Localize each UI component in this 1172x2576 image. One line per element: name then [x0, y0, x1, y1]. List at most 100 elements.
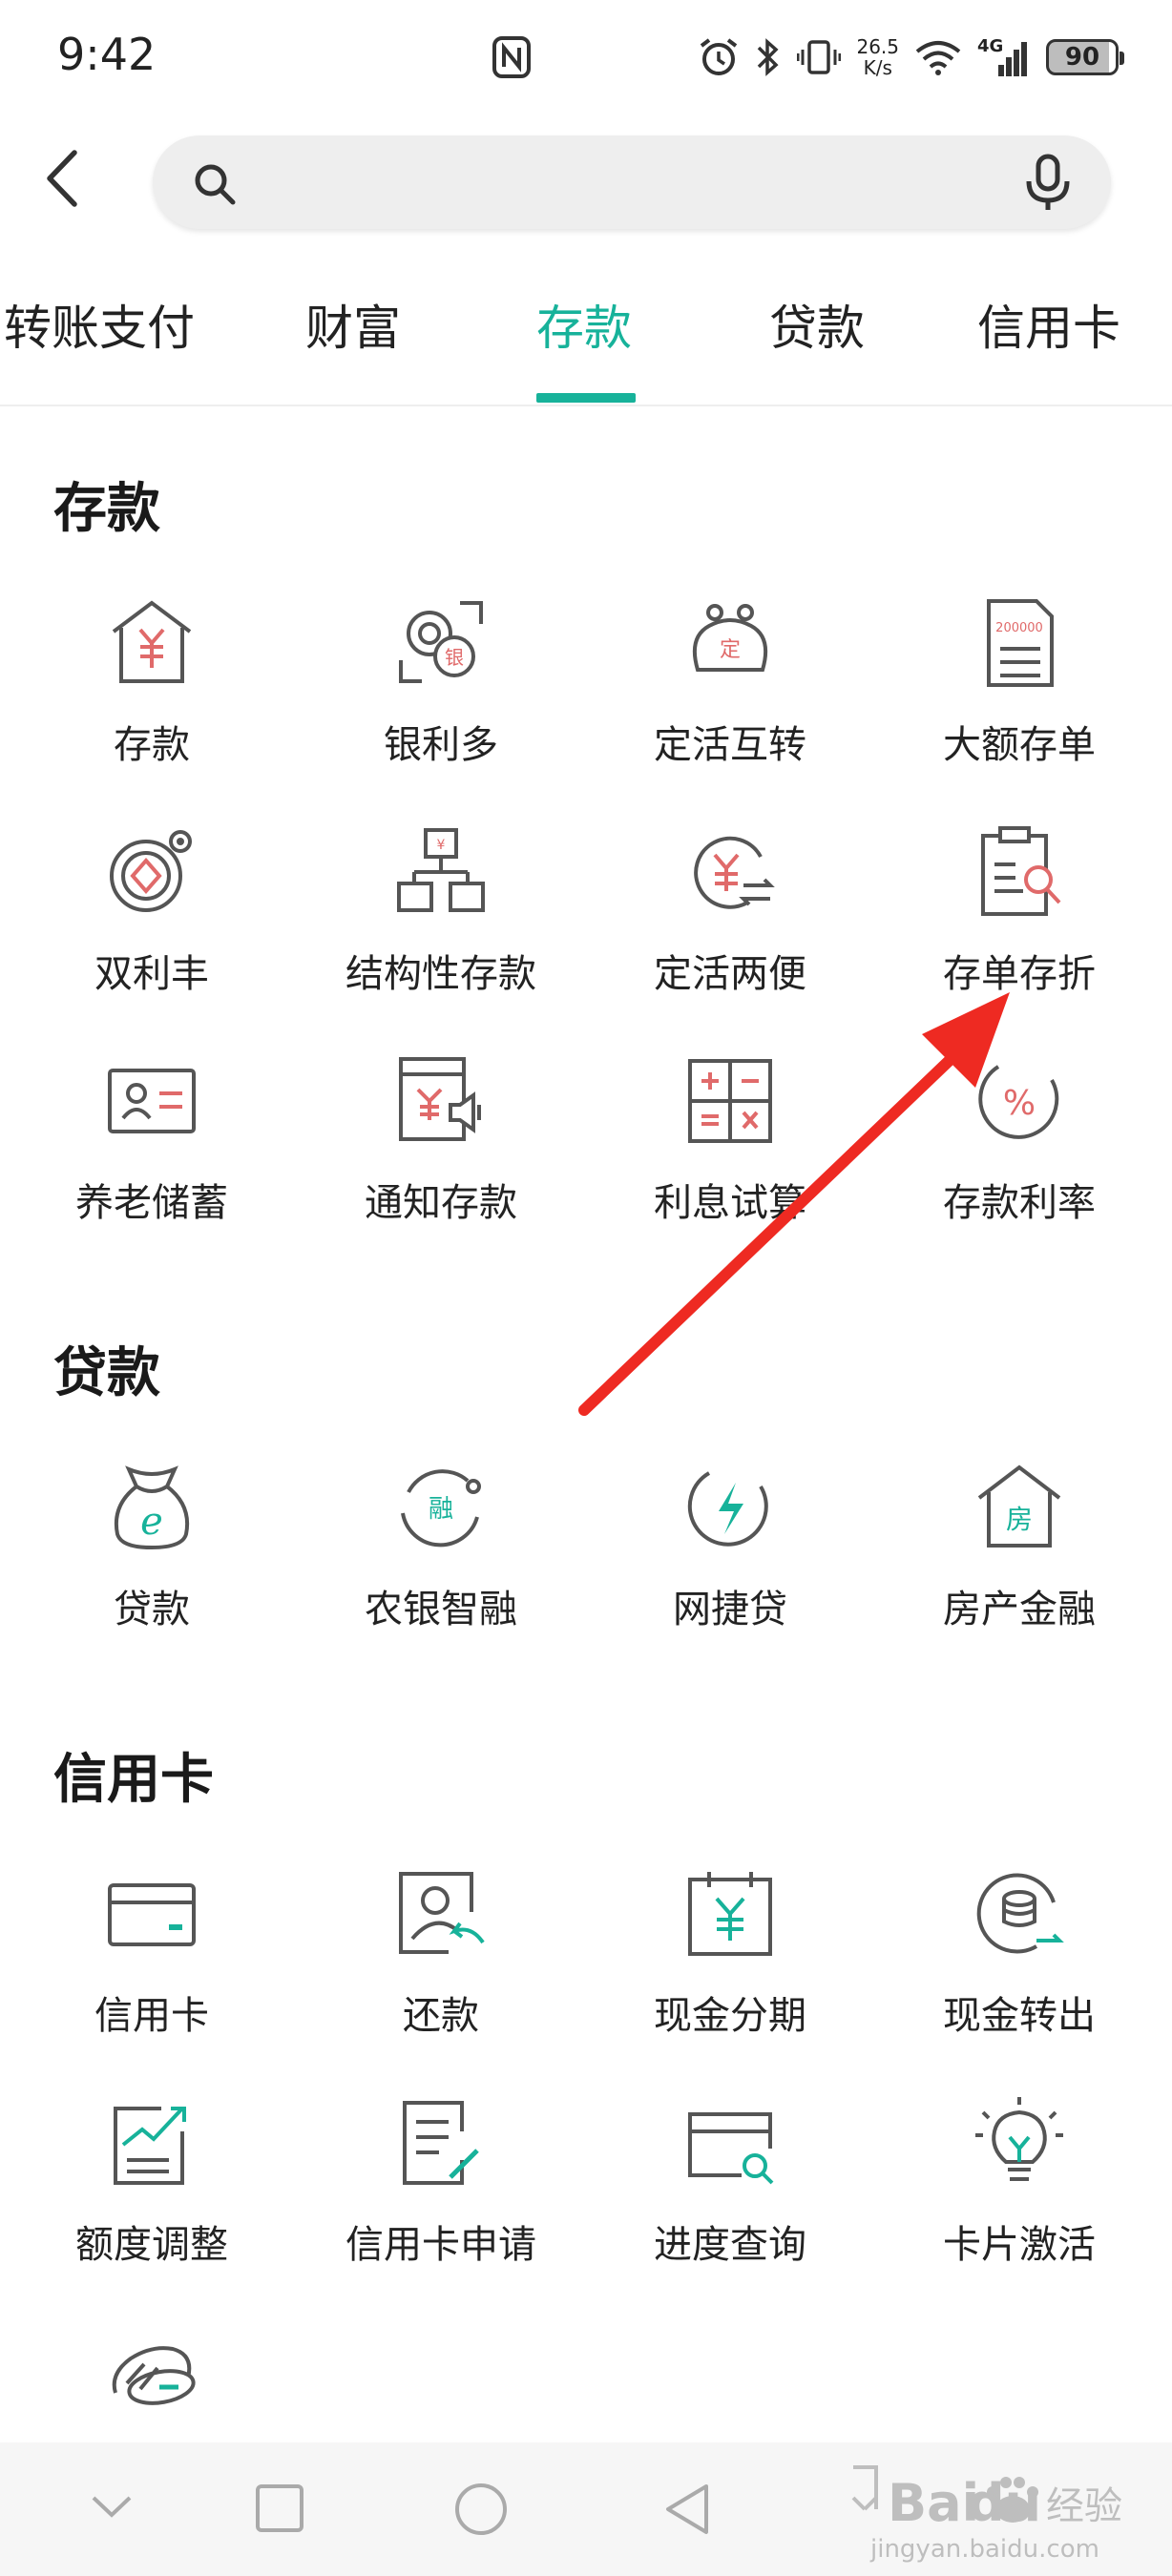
application-form-icon	[403, 2101, 479, 2185]
repay-user-icon	[399, 1872, 485, 1954]
grid-item-label: 农银智融	[365, 1588, 517, 1631]
wifi-icon	[915, 41, 961, 75]
lightning-icon	[687, 1471, 768, 1547]
battery-indicator: 90	[1046, 39, 1124, 75]
tab-credit-card[interactable]: 信用卡	[977, 290, 1120, 359]
coins-transfer-icon	[976, 1873, 1064, 1954]
grid-item-label: 卡片激活	[943, 2223, 1096, 2267]
status-time: 9:42	[57, 29, 157, 80]
section-title-deposit: 存款	[53, 478, 160, 540]
grid-item-label: 信用卡	[94, 1994, 209, 2038]
tab-wealth[interactable]: 财富	[305, 290, 401, 359]
exchange-yuan-icon	[694, 836, 775, 909]
grid-item-yinliduo[interactable]: 银 银利多	[298, 593, 584, 803]
grid-item-label: 房产金融	[943, 1588, 1096, 1631]
svg-text:定: 定	[720, 638, 741, 662]
svg-text:e: e	[140, 1500, 163, 1544]
card-stack-icon	[112, 2346, 196, 2405]
grid-item-interest-calculator[interactable]: 利息试算	[587, 1051, 873, 1261]
grid-item-limit-adjust[interactable]: 额度调整	[9, 2093, 295, 2303]
house-yuan-icon	[112, 600, 192, 683]
baidu-jingyan-watermark: Bai du 经验 jingyan.baidu.com	[851, 2465, 1122, 2564]
recents-square-icon[interactable]	[254, 2483, 305, 2534]
svg-text:jingyan.baidu.com: jingyan.baidu.com	[869, 2535, 1099, 2564]
home-circle-icon[interactable]	[452, 2481, 510, 2538]
tab-deposit[interactable]: 存款	[536, 290, 632, 359]
id-card-icon	[108, 1069, 196, 1133]
grid-item-notice-deposit[interactable]: 通知存款	[298, 1051, 584, 1261]
target-coin-icon	[110, 830, 192, 912]
grid-item-repayment[interactable]: 还款	[298, 1864, 584, 2074]
grid-item-nongyin-zhirong[interactable]: 融 农银智融	[298, 1458, 584, 1668]
grid-item-deposit[interactable]: 存款	[9, 593, 295, 803]
grid-item-label: 现金转出	[943, 1994, 1096, 2038]
credit-card-icon	[108, 1883, 196, 1946]
grid-item-label: 双利丰	[94, 952, 209, 996]
grid-item-deposit-rate[interactable]: % 存款利率	[876, 1051, 1162, 1261]
grid-item-label: 贷款	[114, 1588, 190, 1631]
svg-text:房: 房	[1006, 1504, 1033, 1535]
grid-item-card-application[interactable]: 信用卡申请	[298, 2093, 584, 2303]
grid-item-label: 定活两便	[654, 952, 806, 996]
structure-icon: ¥	[397, 828, 485, 912]
grid-item-label: 信用卡申请	[345, 2223, 536, 2267]
net-speed: 26.5 K/s	[856, 35, 899, 79]
grid-item-loan[interactable]: e 贷款	[9, 1458, 295, 1668]
status-icons: 26.5 K/s 4G 90	[698, 29, 1124, 86]
svg-text:¥: ¥	[437, 838, 446, 853]
grid-item-wangjiedai[interactable]: 网捷贷	[587, 1458, 873, 1668]
microphone-icon[interactable]	[1021, 153, 1075, 214]
active-tab-indicator	[536, 393, 636, 403]
grid-item-large-cd[interactable]: 200000 大额存单	[876, 593, 1162, 803]
tab-loan[interactable]: 贷款	[769, 290, 865, 359]
category-tabs: 转账支付 财富 存款 贷款 信用卡	[0, 277, 1172, 406]
grid-item-real-estate-finance[interactable]: 房 房产金融	[876, 1458, 1162, 1668]
grid-item-label: 银利多	[384, 723, 498, 767]
grid-item-label: 存单存折	[943, 952, 1096, 996]
grid-item-cash-transfer-out[interactable]: 现金转出	[876, 1864, 1162, 2074]
clipboard-search-icon	[981, 826, 1061, 916]
house-icon: 房	[977, 1465, 1061, 1548]
grid-item-label: 额度调整	[75, 2223, 228, 2267]
grid-item-extra[interactable]	[9, 2326, 295, 2431]
tab-transfer-payment[interactable]: 转账支付	[4, 290, 195, 359]
money-bag-icon: e	[115, 1465, 189, 1550]
grid-item-label: 网捷贷	[673, 1588, 787, 1631]
back-button[interactable]	[36, 145, 90, 212]
fusion-cycle-icon: 融	[401, 1469, 481, 1548]
grid-item-cash-installment[interactable]: 现金分期	[587, 1864, 873, 2074]
section-title-loan: 贷款	[53, 1342, 160, 1404]
back-triangle-icon[interactable]	[660, 2481, 714, 2538]
percent-icon: %	[978, 1065, 1059, 1139]
section-title-credit-card: 信用卡	[53, 1749, 214, 1811]
grid-item-shuanglifeng[interactable]: 双利丰	[9, 822, 295, 1032]
coin-bank-icon: 银	[399, 601, 483, 683]
grid-item-label: 定活互转	[654, 723, 806, 767]
svg-text:经验: 经验	[1046, 2484, 1122, 2528]
search-input[interactable]	[258, 153, 987, 214]
grid-item-dinghuo-liangbian[interactable]: 定活两便	[587, 822, 873, 1032]
lightbulb-icon	[975, 2097, 1063, 2181]
grid-item-pension-savings[interactable]: 养老储蓄	[9, 1051, 295, 1261]
chevron-down-icon[interactable]	[90, 2492, 134, 2521]
grid-item-credit-card[interactable]: 信用卡	[9, 1864, 295, 2074]
search-bar[interactable]	[153, 135, 1111, 229]
vibrate-icon	[797, 40, 842, 74]
svg-text:融: 融	[429, 1495, 453, 1524]
grid-item-label: 大额存单	[943, 723, 1096, 767]
grid-item-progress-query[interactable]: 进度查询	[587, 2093, 873, 2303]
card-search-icon	[688, 2112, 774, 2185]
grid-item-label: 进度查询	[654, 2223, 806, 2267]
grid-item-cd-passbook[interactable]: 存单存折	[876, 822, 1162, 1032]
grid-item-card-activation[interactable]: 卡片激活	[876, 2093, 1162, 2303]
purse-icon: 定	[693, 604, 767, 672]
certificate-document-icon: 200000	[987, 599, 1054, 687]
grid-item-label: 通知存款	[365, 1181, 517, 1225]
calculator-icon	[688, 1059, 772, 1143]
grid-item-label: 存款	[114, 723, 190, 767]
grid-item-structured-deposit[interactable]: ¥ 结构性存款	[298, 822, 584, 1032]
grid-item-label: 养老储蓄	[75, 1181, 228, 1225]
cell-signal: 4G	[977, 36, 1031, 78]
grid-item-label: 存款利率	[943, 1181, 1096, 1225]
grid-item-dinghuo-huzhuan[interactable]: 定 定活互转	[587, 593, 873, 803]
